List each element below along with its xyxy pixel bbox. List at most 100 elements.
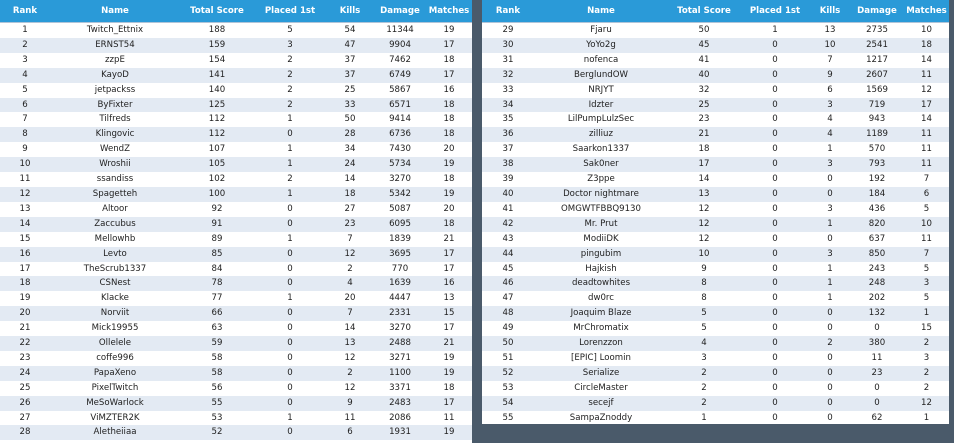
table-row[interactable]: 5 jetpackss 140 2 25 5867 16 bbox=[0, 82, 472, 98]
placed-1st-cell: 0 bbox=[254, 127, 326, 143]
damage-cell: 7462 bbox=[374, 52, 426, 68]
damage-cell: 6736 bbox=[374, 127, 426, 143]
rank-cell: 43 bbox=[482, 231, 534, 247]
table-row[interactable]: 2 ERNST54 159 3 47 9904 17 bbox=[0, 37, 472, 53]
column-header-matches[interactable]: Matches bbox=[904, 0, 949, 23]
table-row[interactable]: 42 Mr. Prut 12 0 1 820 10 bbox=[482, 216, 949, 232]
matches-cell: 2 bbox=[904, 336, 949, 351]
placed-1st-cell: 0 bbox=[740, 276, 810, 292]
table-row[interactable]: 43 ModiiDK 12 0 0 637 11 bbox=[482, 231, 949, 247]
table-row[interactable]: 40 Doctor nightmare 13 0 0 184 6 bbox=[482, 186, 949, 202]
table-row[interactable]: 34 Idzter 25 0 3 719 17 bbox=[482, 97, 949, 113]
matches-cell: 10 bbox=[904, 216, 949, 232]
placed-1st-cell: 0 bbox=[740, 395, 810, 411]
table-row[interactable]: 50 Lorenzzon 4 0 2 380 2 bbox=[482, 336, 949, 351]
rank-cell: 22 bbox=[0, 336, 50, 351]
rank-cell: 30 bbox=[482, 37, 534, 53]
column-header-rank[interactable]: Rank bbox=[482, 0, 534, 23]
table-row[interactable]: 1 Twitch_Ettnix 188 5 54 11344 19 bbox=[0, 21, 472, 38]
matches-cell: 17 bbox=[904, 97, 949, 113]
column-header-total-score[interactable]: Total Score bbox=[668, 0, 740, 23]
column-header-damage[interactable]: Damage bbox=[374, 0, 426, 23]
table-row[interactable]: 21 Mick19955 63 0 14 3270 17 bbox=[0, 321, 472, 337]
column-header-kills[interactable]: Kills bbox=[326, 0, 374, 23]
total-score-cell: 25 bbox=[668, 97, 740, 113]
kills-cell: 37 bbox=[326, 52, 374, 68]
table-row[interactable]: 13 Altoor 92 0 27 5087 20 bbox=[0, 201, 472, 217]
table-row[interactable]: 20 Norviit 66 0 7 2331 15 bbox=[0, 306, 472, 322]
table-row[interactable]: 36 zilliuz 21 0 4 1189 11 bbox=[482, 127, 949, 143]
kills-cell: 2 bbox=[326, 365, 374, 381]
column-header-matches[interactable]: Matches bbox=[426, 0, 472, 23]
table-row[interactable]: 26 MeSoWarlock 55 0 9 2483 17 bbox=[0, 395, 472, 411]
table-row[interactable]: 35 LilPumpLulzSec 23 0 4 943 14 bbox=[482, 112, 949, 128]
table-row[interactable]: 51 [EPIC] Loomin 3 0 0 11 3 bbox=[482, 350, 949, 366]
table-row[interactable]: 24 PapaXeno 58 0 2 1100 19 bbox=[0, 365, 472, 381]
total-score-cell: 63 bbox=[180, 321, 254, 337]
table-row[interactable]: 30 YoYo2g 45 0 10 2541 18 bbox=[482, 37, 949, 53]
name-cell: Mr. Prut bbox=[534, 216, 668, 232]
table-row[interactable]: 32 BerglundOW 40 0 9 2607 11 bbox=[482, 67, 949, 83]
kills-cell: 13 bbox=[326, 336, 374, 351]
column-header-total-score[interactable]: Total Score bbox=[180, 0, 254, 23]
table-row[interactable]: 11 ssandiss 102 2 14 3270 18 bbox=[0, 172, 472, 187]
table-row[interactable]: 15 Mellowhb 89 1 7 1839 21 bbox=[0, 231, 472, 247]
table-row[interactable]: 41 OMGWTFBBQ9130 12 0 3 436 5 bbox=[482, 201, 949, 217]
total-score-cell: 105 bbox=[180, 157, 254, 173]
matches-cell: 11 bbox=[904, 67, 949, 83]
column-header-placed-1st[interactable]: Placed 1st bbox=[254, 0, 326, 23]
table-row[interactable]: 53 CircleMaster 2 0 0 0 2 bbox=[482, 380, 949, 396]
table-row[interactable]: 46 deadtowhites 8 0 1 248 3 bbox=[482, 276, 949, 292]
table-row[interactable]: 12 Spagetteh 100 1 18 5342 19 bbox=[0, 186, 472, 202]
table-row[interactable]: 23 coffe996 58 0 12 3271 19 bbox=[0, 350, 472, 366]
table-row[interactable]: 44 pingubim 10 0 3 850 7 bbox=[482, 246, 949, 262]
table-row[interactable]: 28 Aletheiiaa 52 0 6 1931 19 bbox=[0, 425, 472, 441]
table-row[interactable]: 25 PixelTwitch 56 0 12 3371 18 bbox=[0, 380, 472, 396]
column-header-rank[interactable]: Rank bbox=[0, 0, 50, 23]
table-row[interactable]: 54 secejf 2 0 0 0 12 bbox=[482, 395, 949, 411]
table-row[interactable]: 14 Zaccubus 91 0 23 6095 18 bbox=[0, 216, 472, 232]
table-row[interactable]: 49 MrChromatix 5 0 0 0 15 bbox=[482, 321, 949, 337]
table-row[interactable]: 29 Fjaru 50 1 13 2735 10 bbox=[482, 21, 949, 38]
table-row[interactable]: 19 Klacke 77 1 20 4447 13 bbox=[0, 291, 472, 307]
table-row[interactable]: 47 dw0rc 8 0 1 202 5 bbox=[482, 291, 949, 307]
table-row[interactable]: 9 WendZ 107 1 34 7430 20 bbox=[0, 142, 472, 158]
table-row[interactable]: 48 Joaquim Blaze 5 0 0 132 1 bbox=[482, 306, 949, 322]
matches-cell: 11 bbox=[904, 231, 949, 247]
column-header-kills[interactable]: Kills bbox=[810, 0, 850, 23]
table-row[interactable]: 8 Klingovic 112 0 28 6736 18 bbox=[0, 127, 472, 143]
damage-cell: 11344 bbox=[374, 21, 426, 38]
kills-cell: 2 bbox=[326, 261, 374, 277]
table-row[interactable]: 6 ByFixter 125 2 33 6571 18 bbox=[0, 97, 472, 113]
table-row[interactable]: 16 Levto 85 0 12 3695 17 bbox=[0, 246, 472, 262]
column-header-placed-1st[interactable]: Placed 1st bbox=[740, 0, 810, 23]
damage-cell: 5087 bbox=[374, 201, 426, 217]
table-row[interactable]: 31 nofenca 41 0 7 1217 14 bbox=[482, 52, 949, 68]
column-header-name[interactable]: Name bbox=[50, 0, 180, 23]
name-cell: Serialize bbox=[534, 365, 668, 381]
kills-cell: 20 bbox=[326, 291, 374, 307]
name-cell: Saarkon1337 bbox=[534, 142, 668, 158]
table-row[interactable]: 38 Sak0ner 17 0 3 793 11 bbox=[482, 157, 949, 173]
table-row[interactable]: 18 CSNest 78 0 4 1639 16 bbox=[0, 276, 472, 292]
table-row[interactable]: 52 Serialize 2 0 0 23 2 bbox=[482, 365, 949, 381]
column-header-name[interactable]: Name bbox=[534, 0, 668, 23]
name-cell: YoYo2g bbox=[534, 37, 668, 53]
total-score-cell: 188 bbox=[180, 21, 254, 38]
damage-cell: 943 bbox=[850, 112, 904, 128]
table-row[interactable]: 7 Tilfreds 112 1 50 9414 18 bbox=[0, 112, 472, 128]
table-row[interactable]: 22 Ollelele 59 0 13 2488 21 bbox=[0, 336, 472, 351]
table-row[interactable]: 17 TheScrub1337 84 0 2 770 17 bbox=[0, 261, 472, 277]
column-header-damage[interactable]: Damage bbox=[850, 0, 904, 23]
table-row[interactable]: 3 zzpE 154 2 37 7462 18 bbox=[0, 52, 472, 68]
table-row[interactable]: 33 NRJYT 32 0 6 1569 12 bbox=[482, 82, 949, 98]
table-row[interactable]: 55 SampaZnoddy 1 0 0 62 1 bbox=[482, 410, 949, 424]
table-row[interactable]: 27 ViMZTER2K 53 1 11 2086 11 bbox=[0, 410, 472, 426]
table-row[interactable]: 45 Hajkish 9 0 1 243 5 bbox=[482, 261, 949, 277]
table-row[interactable]: 10 Wroshii 105 1 24 5734 19 bbox=[0, 157, 472, 173]
table-row[interactable]: 4 KayoD 141 2 37 6749 17 bbox=[0, 67, 472, 83]
kills-cell: 13 bbox=[810, 21, 850, 38]
damage-cell: 192 bbox=[850, 172, 904, 187]
table-row[interactable]: 37 Saarkon1337 18 0 1 570 11 bbox=[482, 142, 949, 158]
table-row[interactable]: 39 Z3ppe 14 0 0 192 7 bbox=[482, 172, 949, 187]
